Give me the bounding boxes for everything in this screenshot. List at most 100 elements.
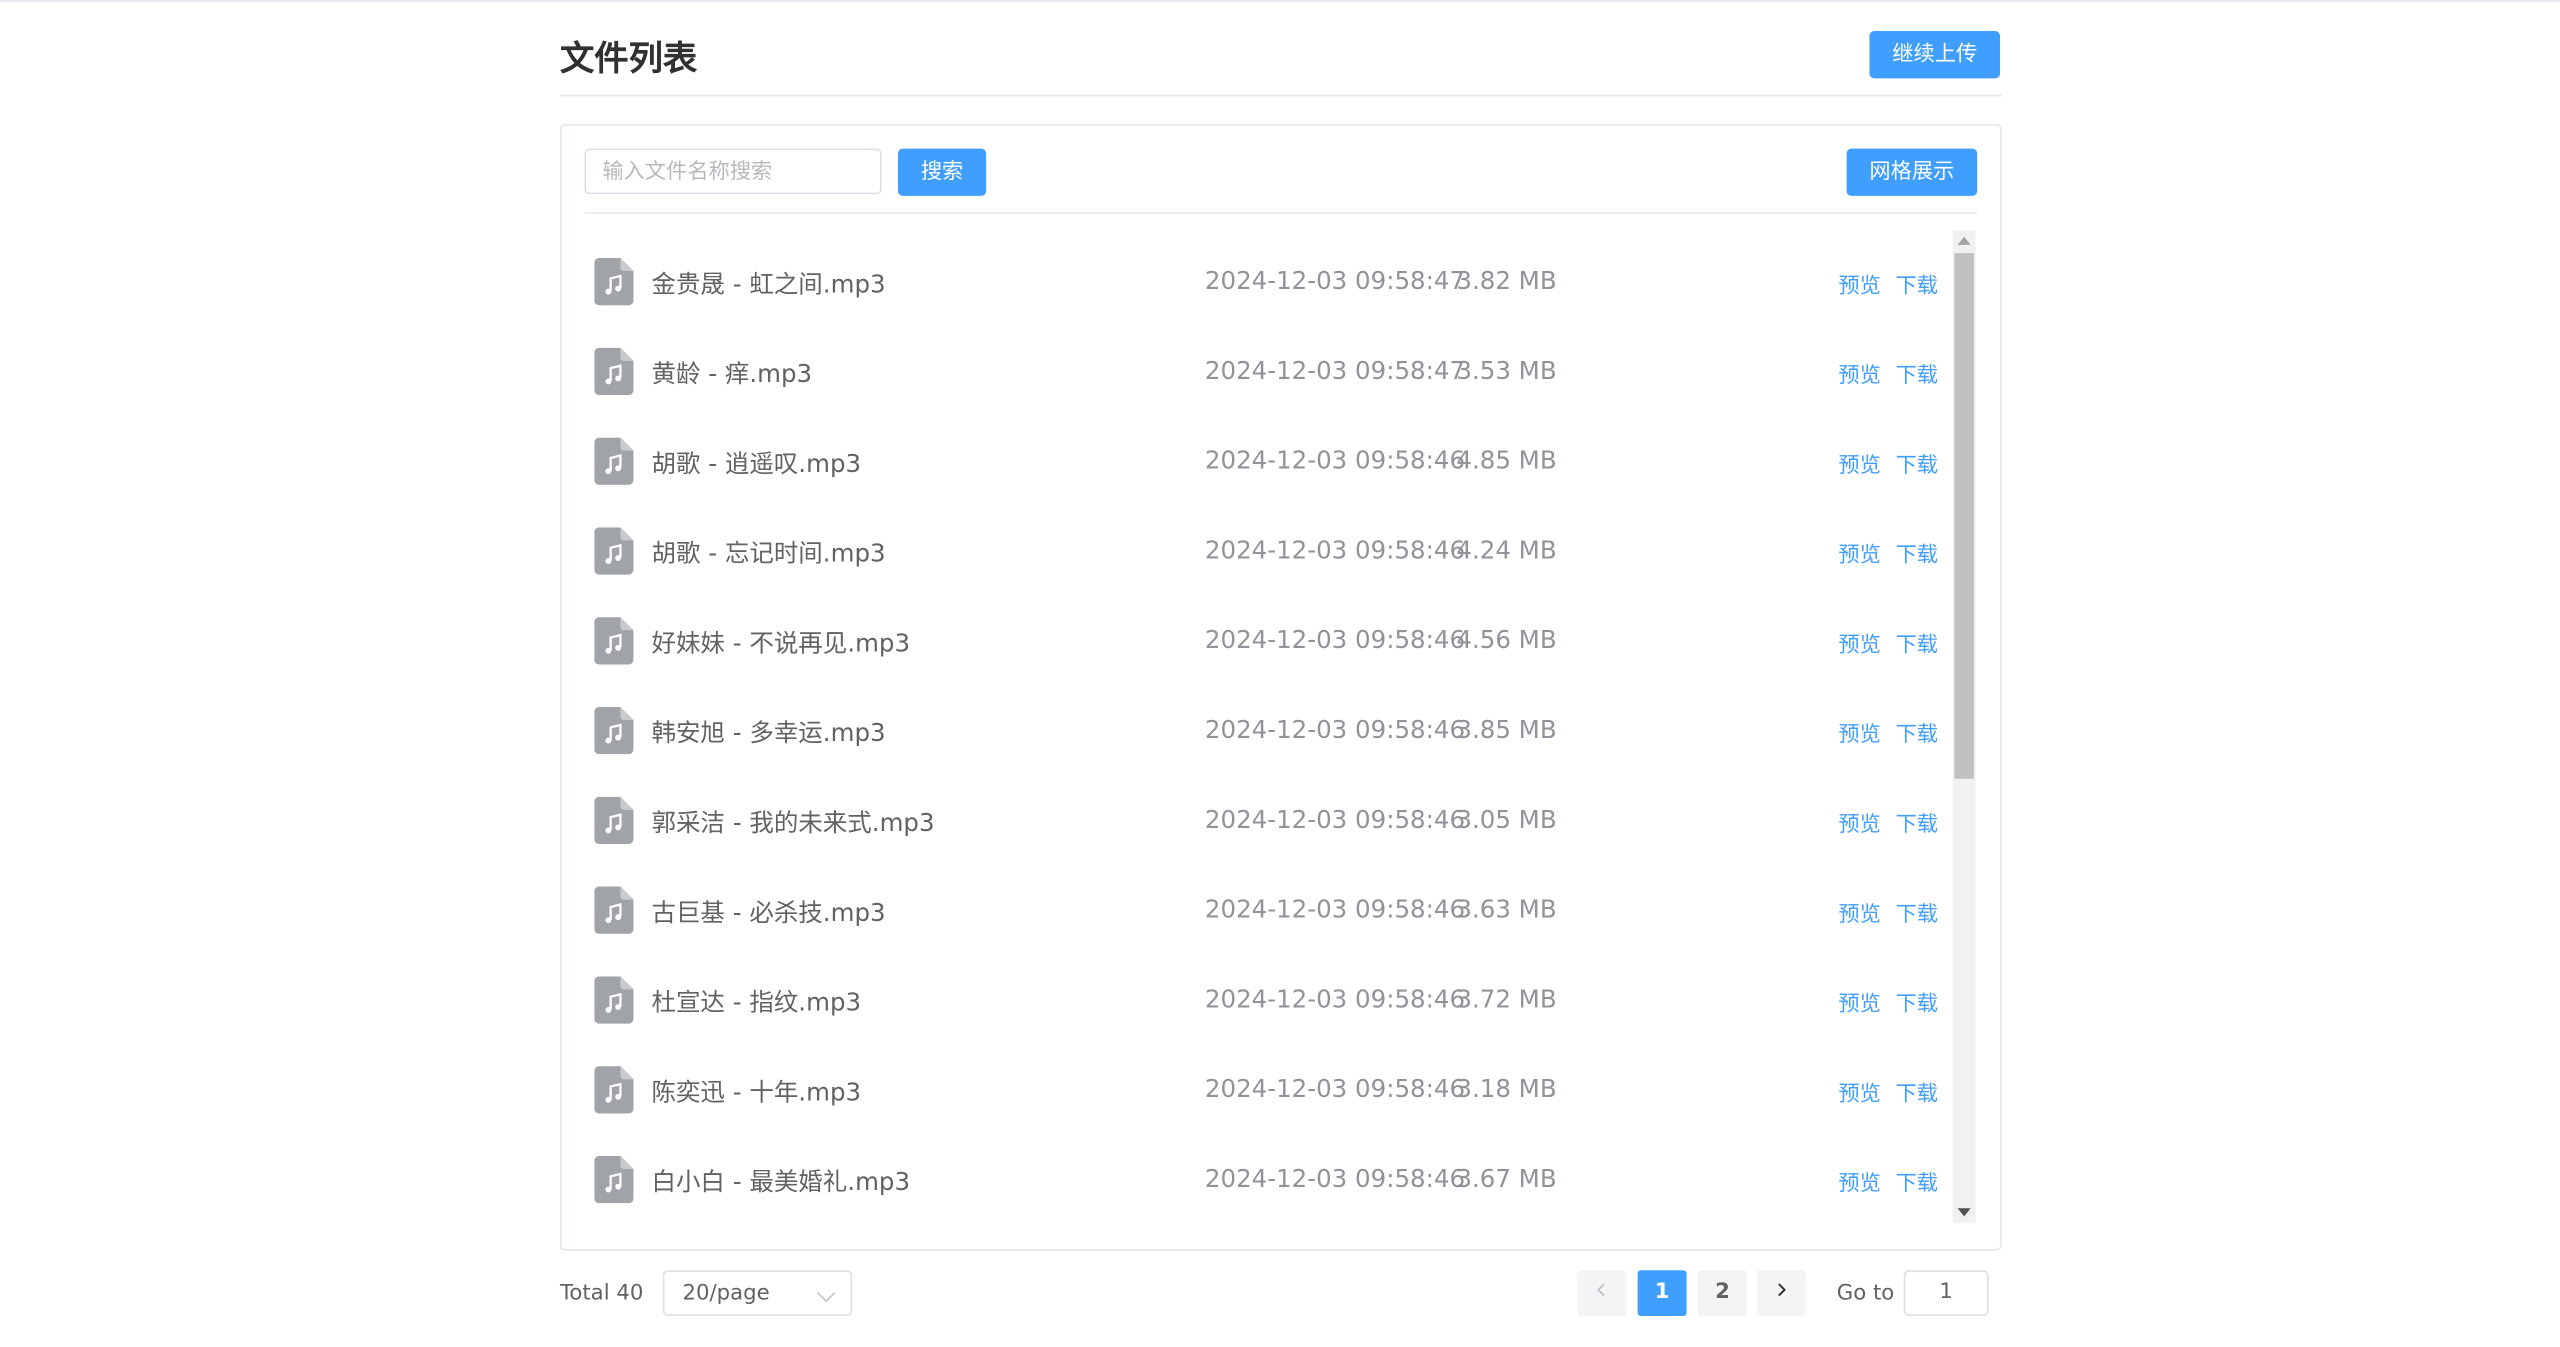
preview-link[interactable]: 预览 (1838, 1076, 1880, 1106)
preview-link[interactable]: 预览 (1838, 717, 1880, 747)
file-time: 2024-12-03 09:58:46 (1204, 445, 1466, 476)
music-file-icon (594, 617, 634, 665)
file-name: 金贵晟 - 虹之间.mp3 (651, 269, 886, 299)
file-row: 郭采洁 - 我的未来式.mp3 2024-12-03 09:58:46 3.05 M… (562, 776, 1950, 866)
scrollbar-thumb[interactable] (1954, 253, 1974, 779)
pagination: Total 40 20/page 1 2 Go to 1 (560, 1267, 2002, 1319)
file-size: 3.18 MB (1456, 1074, 1557, 1104)
download-link[interactable]: 下载 (1896, 807, 1938, 837)
download-link[interactable]: 下载 (1896, 447, 1938, 478)
file-size: 3.67 MB (1456, 1164, 1557, 1194)
file-row: 古巨基 - 必杀技.mp3 2024-12-03 09:58:46 3.63 MB 预… (562, 865, 1950, 955)
scrollbar[interactable] (1952, 230, 1976, 1223)
search-input[interactable] (584, 148, 882, 195)
file-time: 2024-12-03 09:58:46 (1204, 535, 1466, 565)
file-size: 3.72 MB (1456, 984, 1557, 1014)
next-page-button[interactable] (1756, 1270, 1806, 1316)
search-button[interactable]: 搜索 (897, 148, 987, 196)
scroll-up-arrow-icon[interactable] (1957, 236, 1971, 245)
preview-link[interactable]: 预览 (1838, 807, 1880, 837)
download-link[interactable]: 下载 (1896, 986, 1938, 1017)
download-link[interactable]: 下载 (1896, 358, 1938, 388)
preview-link[interactable]: 预览 (1838, 537, 1880, 568)
prev-page-button[interactable] (1577, 1270, 1627, 1316)
page-size-value: 20/page (682, 1281, 770, 1307)
scroll-down-arrow-icon[interactable] (1957, 1208, 1971, 1217)
preview-link[interactable]: 预览 (1838, 447, 1880, 478)
file-row: 胡歌 - 逍遥叹.mp3 2024-12-03 09:58:46 4.85 MB 预览… (562, 416, 1950, 506)
page-button-2[interactable]: 2 (1698, 1270, 1747, 1316)
preview-link[interactable]: 预览 (1838, 1166, 1880, 1196)
file-name: 白小白 - 最美婚礼.mp3 (651, 1167, 911, 1197)
file-time: 2024-12-03 09:58:47 (1204, 266, 1466, 296)
file-time: 2024-12-03 09:58:46 (1204, 1074, 1466, 1104)
file-name: 陈奕迅 - 十年.mp3 (651, 1077, 862, 1107)
file-row: 好妹妹 - 不说再见.mp3 2024-12-03 09:58:46 4.56 MB… (562, 596, 1950, 686)
music-file-icon (594, 796, 634, 845)
file-time: 2024-12-03 09:58:46 (1204, 625, 1466, 655)
download-link[interactable]: 下载 (1896, 1076, 1938, 1106)
file-row: 杜宣达 - 指纹.mp3 2024-12-03 09:58:46 3.72 MB 预览… (562, 955, 1950, 1045)
file-name: 韩安旭 - 多幸运.mp3 (651, 718, 886, 748)
music-file-icon (594, 1155, 634, 1204)
download-link[interactable]: 下载 (1896, 1166, 1938, 1196)
file-name: 胡歌 - 逍遥叹.mp3 (651, 448, 862, 479)
file-size: 3.53 MB (1456, 355, 1557, 386)
content-wrapper: 文件列表 继续上传 搜索 网格展示 金贵晟 - 虹之间.mp3 2024-12-0… (560, 0, 2002, 1316)
file-name: 古巨基 - 必杀技.mp3 (651, 897, 886, 928)
page: 文件列表 继续上传 搜索 网格展示 金贵晟 - 虹之间.mp3 2024-12-0… (0, 0, 2560, 1347)
music-file-icon (594, 437, 634, 485)
chevron-right-icon (1778, 1283, 1786, 1297)
preview-link[interactable]: 预览 (1838, 896, 1880, 927)
download-link[interactable]: 下载 (1896, 537, 1938, 568)
file-time: 2024-12-03 09:58:46 (1204, 804, 1466, 835)
file-time: 2024-12-03 09:58:46 (1204, 1164, 1466, 1194)
chevron-down-icon (816, 1283, 836, 1303)
file-row: 陈奕迅 - 十年.mp3 2024-12-03 09:58:46 3.18 MB 预览… (562, 1045, 1950, 1135)
file-row: 胡歌 - 忘记时间.mp3 2024-12-03 09:58:46 4.24 MB 预… (562, 506, 1950, 596)
music-file-icon (594, 527, 634, 575)
music-file-icon (594, 886, 634, 934)
file-row: 韩安旭 - 多幸运.mp3 2024-12-03 09:58:46 3.85 MB 预… (562, 686, 1950, 776)
preview-link[interactable]: 预览 (1838, 986, 1880, 1017)
file-size: 3.82 MB (1456, 266, 1557, 296)
preview-link[interactable]: 预览 (1838, 627, 1880, 657)
file-row: 白小白 - 最美婚礼.mp3 2024-12-03 09:58:46 3.67 MB… (562, 1135, 1950, 1223)
file-time: 2024-12-03 09:58:46 (1204, 984, 1466, 1014)
file-size: 4.56 MB (1456, 625, 1557, 655)
music-file-icon (594, 257, 634, 306)
download-link[interactable]: 下载 (1896, 717, 1938, 747)
file-size: 3.85 MB (1456, 715, 1557, 745)
music-file-icon (594, 706, 634, 755)
chevron-left-icon (1597, 1283, 1605, 1297)
file-size: 3.63 MB (1456, 894, 1557, 925)
download-link[interactable]: 下载 (1896, 896, 1938, 927)
file-list-card: 搜索 网格展示 金贵晟 - 虹之间.mp3 2024-12-03 09:58:47… (560, 124, 2002, 1251)
music-file-icon (594, 347, 634, 396)
file-name: 黄龄 - 痒.mp3 (651, 359, 813, 389)
total-count: Total 40 (560, 1281, 644, 1307)
file-name: 胡歌 - 忘记时间.mp3 (651, 538, 886, 569)
file-time: 2024-12-03 09:58:47 (1204, 355, 1466, 386)
page-size-select[interactable]: 20/page (662, 1270, 853, 1316)
file-list: 金贵晟 - 虹之间.mp3 2024-12-03 09:58:47 3.82 MB 预… (562, 237, 1950, 1223)
preview-link[interactable]: 预览 (1838, 268, 1880, 298)
music-file-icon (594, 976, 634, 1024)
music-file-icon (594, 1066, 634, 1114)
download-link[interactable]: 下载 (1896, 627, 1938, 657)
goto-page-input[interactable]: 1 (1903, 1270, 1989, 1316)
grid-view-button[interactable]: 网格展示 (1846, 148, 1978, 196)
file-time: 2024-12-03 09:58:46 (1204, 715, 1466, 745)
goto-label: Go to (1836, 1281, 1895, 1307)
file-time: 2024-12-03 09:58:46 (1204, 894, 1466, 925)
page-button-1[interactable]: 1 (1637, 1270, 1687, 1316)
preview-link[interactable]: 预览 (1838, 358, 1880, 388)
file-row: 黄龄 - 痒.mp3 2024-12-03 09:58:47 3.53 MB 预览 下载 (562, 327, 1950, 417)
page-title: 文件列表 (560, 39, 698, 79)
continue-upload-button[interactable]: 继续上传 (1869, 31, 2001, 79)
file-name: 好妹妹 - 不说再见.mp3 (651, 628, 911, 658)
page-header: 文件列表 继续上传 (560, 0, 2002, 97)
file-name: 郭采洁 - 我的未来式.mp3 (651, 808, 935, 838)
download-link[interactable]: 下载 (1896, 268, 1938, 298)
file-name: 杜宣达 - 指纹.mp3 (651, 987, 862, 1018)
